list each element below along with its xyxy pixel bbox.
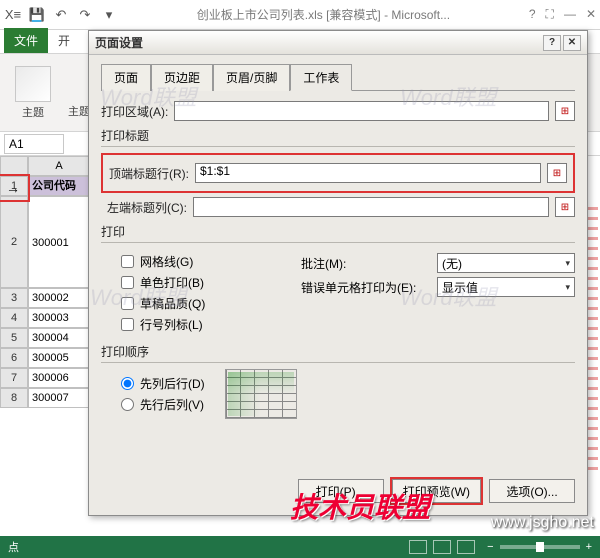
dialog-title: 页面设置 bbox=[95, 34, 143, 51]
status-mode: 点 bbox=[8, 539, 19, 555]
cols-repeat-picker-icon[interactable]: ⊞ bbox=[555, 197, 575, 217]
zoom-slider[interactable] bbox=[500, 545, 580, 549]
help-icon[interactable]: ? bbox=[529, 7, 536, 22]
dialog-close-icon[interactable]: ✕ bbox=[563, 35, 581, 51]
qat-more-icon[interactable]: ▾ bbox=[100, 6, 118, 24]
tab-headerfooter[interactable]: 页眉/页脚 bbox=[213, 64, 290, 91]
tab-page[interactable]: 页面 bbox=[101, 64, 151, 91]
print-preview-button[interactable]: 打印预览(W) bbox=[392, 479, 481, 503]
print-button[interactable]: 打印(P)... bbox=[298, 479, 384, 503]
rows-repeat-label: 顶端标题行(R): bbox=[109, 165, 189, 182]
cell-a2[interactable]: 300001 bbox=[28, 196, 90, 288]
options-button[interactable]: 选项(O)... bbox=[489, 479, 575, 503]
row-select-arrow-icon: → bbox=[6, 180, 20, 196]
tab-sheet[interactable]: 工作表 bbox=[290, 64, 352, 91]
errors-value: 显示值 bbox=[442, 279, 478, 296]
row-header[interactable]: 4 bbox=[0, 308, 28, 328]
rows-repeat-input[interactable]: $1:$1 bbox=[195, 163, 541, 183]
url-watermark: www.jsgho.net bbox=[491, 514, 594, 532]
rowcol-label: 行号列标(L) bbox=[140, 316, 203, 333]
comments-value: (无) bbox=[442, 255, 462, 272]
row-header[interactable]: 7 bbox=[0, 368, 28, 388]
fullscreen-icon[interactable]: ⛶ bbox=[546, 7, 554, 22]
save-icon[interactable]: 💾 bbox=[28, 6, 46, 24]
file-tab[interactable]: 文件 bbox=[4, 28, 48, 53]
cell-a3[interactable]: 300002 bbox=[28, 288, 90, 308]
themes-group-label: 主题 bbox=[68, 103, 90, 119]
page-setup-dialog: 页面设置 ? ✕ 页面 页边距 页眉/页脚 工作表 打印区域(A): ⊞ 打印标… bbox=[88, 30, 588, 516]
chevron-down-icon: ▾ bbox=[565, 258, 570, 269]
print-area-picker-icon[interactable]: ⊞ bbox=[555, 101, 575, 121]
row-header[interactable]: 2 bbox=[0, 196, 28, 288]
cell-a8[interactable]: 300007 bbox=[28, 388, 90, 408]
dialog-buttons: 打印(P)... 打印预览(W) 选项(O)... bbox=[298, 479, 575, 503]
down-over-label: 先列后行(D) bbox=[140, 375, 205, 392]
row-header[interactable]: 3 bbox=[0, 288, 28, 308]
cols-repeat-input[interactable] bbox=[193, 197, 549, 217]
themes-group[interactable]: 主题 bbox=[8, 66, 58, 120]
window-title: 创业板上市公司列表.xls [兼容模式] - Microsoft... bbox=[118, 6, 529, 23]
bw-label: 单色打印(B) bbox=[140, 274, 204, 291]
zoom-control[interactable]: − + bbox=[487, 541, 592, 553]
print-area-input[interactable] bbox=[174, 101, 549, 121]
zoom-thumb[interactable] bbox=[536, 542, 544, 552]
pagebreak-view-icon[interactable] bbox=[457, 540, 475, 554]
dialog-titlebar[interactable]: 页面设置 ? ✕ bbox=[89, 31, 587, 55]
print-group-label: 打印 bbox=[101, 223, 575, 240]
zoom-out-icon[interactable]: − bbox=[487, 541, 493, 553]
dialog-help-icon[interactable]: ? bbox=[543, 35, 561, 51]
errors-label: 错误单元格打印为(E): bbox=[301, 279, 431, 296]
themes-icon bbox=[15, 66, 51, 102]
excel-icon: X≡ bbox=[4, 6, 22, 24]
cell-a5[interactable]: 300004 bbox=[28, 328, 90, 348]
gridlines-checkbox[interactable] bbox=[121, 255, 134, 268]
themes-group-caption: 主题 bbox=[68, 103, 90, 119]
window-controls: ? ⛶ — ✕ bbox=[529, 7, 596, 22]
print-titles-group-label: 打印标题 bbox=[101, 127, 575, 144]
view-switcher[interactable] bbox=[409, 540, 475, 554]
down-over-radio[interactable] bbox=[121, 377, 134, 390]
cell-a1[interactable]: 公司代码 bbox=[28, 176, 90, 196]
tab-margins[interactable]: 页边距 bbox=[151, 64, 213, 91]
errors-select[interactable]: 显示值 ▾ bbox=[437, 277, 575, 297]
dialog-tabstrip: 页面 页边距 页眉/页脚 工作表 bbox=[101, 63, 575, 91]
col-header-a[interactable]: A bbox=[28, 156, 90, 176]
draft-label: 草稿品质(Q) bbox=[140, 295, 205, 312]
cell-a7[interactable]: 300006 bbox=[28, 368, 90, 388]
cols-repeat-label: 左端标题列(C): bbox=[107, 199, 187, 216]
order-group-label: 打印顺序 bbox=[101, 343, 575, 360]
over-down-radio[interactable] bbox=[121, 398, 134, 411]
chevron-down-icon: ▾ bbox=[565, 282, 570, 293]
undo-icon[interactable]: ↶ bbox=[52, 6, 70, 24]
draft-checkbox[interactable] bbox=[121, 297, 134, 310]
row-header[interactable]: 8 bbox=[0, 388, 28, 408]
name-box[interactable]: A1 bbox=[4, 134, 64, 154]
row-header[interactable]: 6 bbox=[0, 348, 28, 368]
rows-repeat-picker-icon[interactable]: ⊞ bbox=[547, 163, 567, 183]
gridlines-label: 网格线(G) bbox=[140, 253, 193, 270]
titlebar: X≡ 💾 ↶ ↷ ▾ 创业板上市公司列表.xls [兼容模式] - Micros… bbox=[0, 0, 600, 30]
close-icon[interactable]: ✕ bbox=[586, 7, 596, 22]
zoom-in-icon[interactable]: + bbox=[586, 541, 592, 553]
page-order-graphic bbox=[225, 369, 297, 419]
select-all-corner[interactable] bbox=[0, 156, 28, 176]
themes-label: 主题 bbox=[8, 104, 58, 120]
minimize-icon[interactable]: — bbox=[564, 7, 576, 22]
quick-access-toolbar: X≡ 💾 ↶ ↷ ▾ bbox=[4, 6, 118, 24]
over-down-label: 先行后列(V) bbox=[140, 396, 204, 413]
home-tab[interactable]: 开 bbox=[50, 28, 78, 53]
comments-label: 批注(M): bbox=[301, 255, 431, 272]
cell-a6[interactable]: 300005 bbox=[28, 348, 90, 368]
row-header[interactable]: 5 bbox=[0, 328, 28, 348]
comments-select[interactable]: (无) ▾ bbox=[437, 253, 575, 273]
redo-icon[interactable]: ↷ bbox=[76, 6, 94, 24]
layout-view-icon[interactable] bbox=[433, 540, 451, 554]
normal-view-icon[interactable] bbox=[409, 540, 427, 554]
status-bar: 点 − + bbox=[0, 536, 600, 558]
rowcol-checkbox[interactable] bbox=[121, 318, 134, 331]
print-area-label: 打印区域(A): bbox=[101, 103, 168, 120]
bw-checkbox[interactable] bbox=[121, 276, 134, 289]
rows-repeat-highlight: 顶端标题行(R): $1:$1 ⊞ bbox=[101, 153, 575, 193]
cell-a4[interactable]: 300003 bbox=[28, 308, 90, 328]
